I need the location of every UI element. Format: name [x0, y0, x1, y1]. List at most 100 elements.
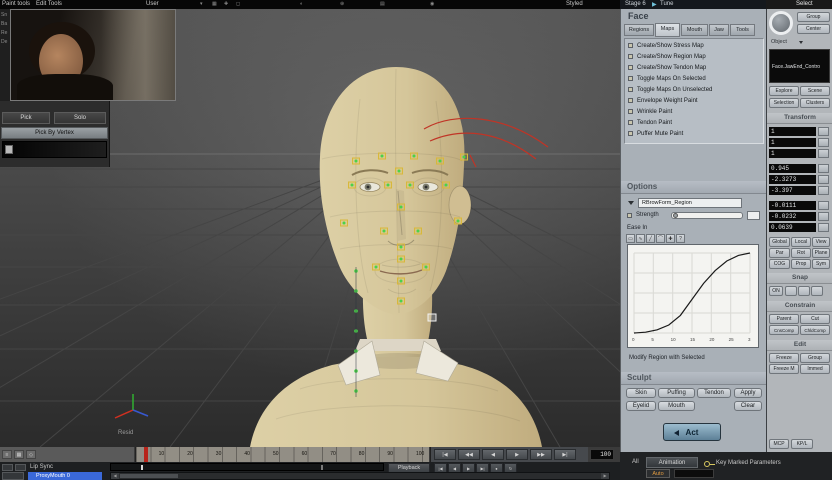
translate-y-toggle[interactable] — [818, 212, 829, 221]
pick-by-vertex-button[interactable]: Pick By Vertex — [1, 127, 108, 139]
mute-icon[interactable] — [2, 464, 13, 471]
tab-jaw[interactable]: Jaw — [709, 24, 729, 36]
rotate-x-toggle[interactable] — [818, 164, 829, 173]
translate-y-field[interactable]: -0.0232 — [769, 212, 816, 221]
menu-user[interactable]: User — [146, 1, 159, 7]
toolbar-fragment[interactable]: Sn — [0, 9, 10, 18]
key-marked-parameters-label[interactable]: Key Marked Parameters — [716, 460, 781, 466]
animation-menu-button[interactable]: Animation — [646, 457, 698, 468]
curve-tool-add-icon[interactable]: ✚ — [666, 234, 675, 243]
translate-x-field[interactable]: -0.0111 — [769, 201, 816, 210]
checkbox-icon[interactable] — [628, 120, 633, 125]
transform-section-header[interactable]: Transform — [767, 113, 832, 124]
playhead[interactable] — [144, 447, 148, 462]
rotate-y-toggle[interactable] — [818, 175, 829, 184]
tab-mouth[interactable]: Mouth — [681, 24, 708, 36]
snap-on-button[interactable]: ON — [769, 286, 783, 296]
object-caret-icon[interactable] — [799, 41, 803, 44]
step-back-fast-button[interactable]: ◀◀ — [458, 449, 480, 460]
explore-button[interactable]: Explore — [769, 86, 799, 96]
act-button[interactable]: Act — [663, 423, 721, 441]
checkbox-icon[interactable] — [628, 43, 633, 48]
map-item[interactable]: Tendon Paint — [628, 118, 762, 129]
kpl-tab[interactable]: KP/L — [791, 439, 813, 449]
map-item[interactable]: Create/Show Region Map — [628, 52, 762, 63]
rotate-x-field[interactable]: 0.945 — [769, 164, 816, 173]
immed-button[interactable]: Immed — [800, 364, 830, 374]
view-mode-button[interactable]: View — [812, 237, 830, 247]
map-item[interactable]: Wrinkle Paint — [628, 107, 762, 118]
menu-paint-tools[interactable]: Paint tools — [2, 1, 30, 7]
audio-track[interactable] — [110, 463, 384, 471]
menubar-icon[interactable]: ▤ — [380, 1, 385, 7]
all-label[interactable]: All — [632, 459, 639, 465]
sculpt-mouth-button[interactable]: Mouth — [658, 401, 695, 411]
strength-checkbox[interactable] — [627, 213, 632, 218]
sculpt-puffing-button[interactable]: Puffing — [658, 388, 695, 398]
object-dropdown[interactable]: Object — [771, 39, 787, 45]
scene-button[interactable]: Scene — [800, 86, 830, 96]
step-forward-fast-button[interactable]: ▶▶ — [530, 449, 552, 460]
plane-ref-button[interactable]: Plane — [812, 248, 830, 258]
sculpt-tendon-button[interactable]: Tendon — [697, 388, 731, 398]
constrain-section-header[interactable]: Constrain — [767, 301, 832, 312]
scale-x-field[interactable]: 1 — [769, 127, 816, 136]
map-item[interactable]: Toggle Maps On Selected — [628, 74, 762, 85]
tab-maps[interactable]: Maps — [655, 23, 680, 37]
rotate-z-toggle[interactable] — [818, 186, 829, 195]
selection-button[interactable]: Selection — [769, 98, 799, 108]
frame-display-field[interactable] — [674, 469, 714, 478]
timeline-grid-icon[interactable]: ▦ — [14, 450, 24, 459]
checkbox-icon[interactable] — [628, 65, 633, 70]
strength-slider[interactable] — [671, 212, 743, 219]
rotate-z-field[interactable]: -3.397 — [769, 186, 816, 195]
curve-tool-help-icon[interactable]: ? — [676, 234, 685, 243]
scroll-right-icon[interactable]: ▶ — [601, 473, 609, 479]
snap-section-header[interactable]: Snap — [767, 273, 832, 284]
cnscomp-button[interactable]: CnsComp — [769, 325, 799, 335]
clusters-button[interactable]: Clusters — [800, 98, 830, 108]
sculpt-section-header[interactable]: Sculpt — [621, 372, 767, 385]
rot-ref-button[interactable]: Rot — [791, 248, 811, 258]
speaker-icon[interactable] — [15, 464, 26, 471]
menubar-icon[interactable]: ⊕ — [340, 1, 344, 7]
local-mode-button[interactable]: Local — [791, 237, 811, 247]
group-button[interactable]: Group — [797, 12, 830, 22]
translate-x-toggle[interactable] — [818, 201, 829, 210]
checkbox-icon[interactable] — [628, 76, 633, 81]
curve-tool-smooth-icon[interactable]: ⌒ — [656, 234, 665, 243]
menubar-icon[interactable]: ▦ — [212, 1, 217, 7]
tab-regions[interactable]: Regions — [624, 24, 654, 36]
scale-z-field[interactable]: 1 — [769, 149, 816, 158]
timeline-ruler[interactable]: 10 20 30 40 50 60 70 80 90 100 — [135, 447, 429, 462]
scale-y-toggle[interactable] — [818, 138, 829, 147]
step-back-button[interactable]: ◀ — [482, 449, 504, 460]
proxy-mouth-track[interactable]: ProxyMouth 0 — [28, 472, 102, 480]
menu-edit-tools[interactable]: Edit Tools — [36, 1, 62, 7]
auto-key-button[interactable]: Auto — [646, 469, 670, 478]
curve-tool-key-icon[interactable]: ∿ — [636, 234, 645, 243]
cut-button[interactable]: Cut — [800, 314, 830, 324]
solo-button[interactable]: Solo — [54, 112, 106, 124]
play-button[interactable]: ▶ — [506, 449, 528, 460]
end-frame-field[interactable]: 100 — [590, 449, 614, 460]
mcp-tab[interactable]: MCP — [769, 439, 789, 449]
weight-ramp-chip[interactable] — [5, 145, 13, 154]
rotate-y-field[interactable]: -2.3273 — [769, 175, 816, 184]
timeline-menu-icon[interactable]: ≡ — [2, 450, 12, 459]
apply-button[interactable]: Apply — [734, 388, 762, 398]
map-item[interactable]: Toggle Maps On Unselected — [628, 85, 762, 96]
prop-button[interactable]: Prop — [791, 259, 811, 269]
sym-button[interactable]: Sym — [812, 259, 830, 269]
snap-mid-icon[interactable] — [811, 286, 823, 296]
translate-z-toggle[interactable] — [818, 223, 829, 232]
sculpt-skin-button[interactable]: Skin — [626, 388, 656, 398]
tab-tools[interactable]: Tools — [730, 24, 755, 36]
freeze-m-button[interactable]: Freeze M — [769, 364, 799, 374]
menubar-icon[interactable]: ◻ — [236, 1, 240, 7]
go-end-button[interactable]: ▶| — [554, 449, 576, 460]
pick-button[interactable]: Pick — [2, 112, 50, 124]
go-start-button[interactable]: |◀ — [434, 449, 456, 460]
toolbar-fragment[interactable]: Ba — [0, 18, 10, 27]
region-dropdown[interactable]: RBrowForm_Region — [638, 198, 742, 208]
